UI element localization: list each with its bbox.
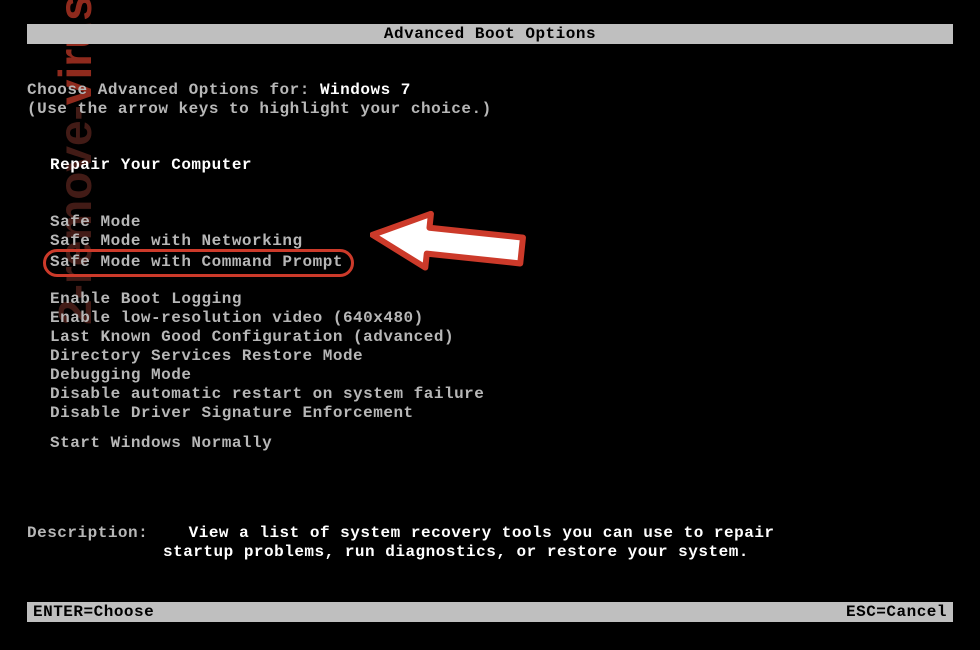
description-line1: View a list of system recovery tools you… [189, 524, 775, 542]
option-ds-restore-mode[interactable]: Directory Services Restore Mode [27, 346, 953, 366]
arrow-icon [370, 208, 530, 278]
description-gap [148, 524, 188, 542]
title-bar: Advanced Boot Options [27, 24, 953, 44]
option-enable-boot-logging[interactable]: Enable Boot Logging [27, 289, 953, 309]
boot-screen: 2-remove-virus.com Advanced Boot Options… [0, 0, 980, 650]
footer-esc: ESC=Cancel [846, 602, 947, 622]
choose-prefix: Choose Advanced Options for: [27, 81, 320, 99]
footer-bar: ENTER=Choose ESC=Cancel [27, 602, 953, 622]
option-low-res-video[interactable]: Enable low-resolution video (640x480) [27, 308, 953, 328]
hint-line: (Use the arrow keys to highlight your ch… [27, 99, 953, 119]
option-start-windows-normally[interactable]: Start Windows Normally [27, 433, 953, 453]
choose-line: Choose Advanced Options for: Windows 7 [27, 80, 953, 100]
option-last-known-good[interactable]: Last Known Good Configuration (advanced) [27, 327, 953, 347]
option-safe-mode-command-prompt[interactable]: Safe Mode with Command Prompt [43, 249, 354, 277]
description-label: Description: [27, 524, 148, 542]
option-disable-driver-sig[interactable]: Disable Driver Signature Enforcement [27, 403, 953, 423]
footer-enter: ENTER=Choose [33, 602, 154, 622]
description-row: Description: View a list of system recov… [27, 523, 953, 543]
option-debugging-mode[interactable]: Debugging Mode [27, 365, 953, 385]
description-line2: startup problems, run diagnostics, or re… [27, 542, 953, 562]
option-safe-mode-cmd-label: Safe Mode with Command Prompt [50, 253, 343, 271]
option-repair-computer[interactable]: Repair Your Computer [27, 155, 953, 175]
option-disable-auto-restart[interactable]: Disable automatic restart on system fail… [27, 384, 953, 404]
os-name: Windows 7 [320, 81, 411, 99]
